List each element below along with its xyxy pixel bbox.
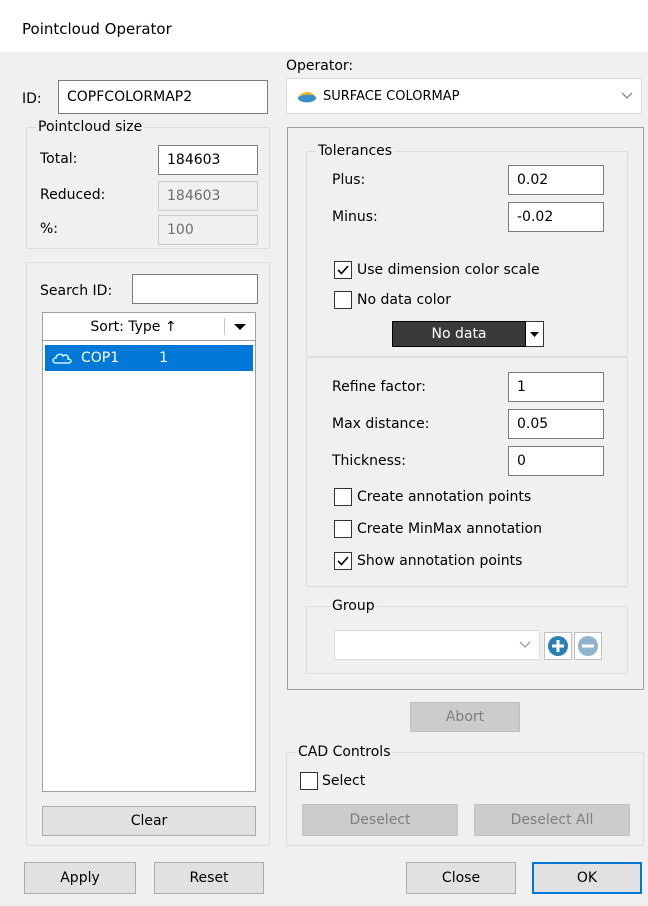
id-label: ID: [22,91,42,107]
use-dimension-color-scale-checkbox[interactable] [334,261,352,279]
checkmark-icon [337,265,349,275]
chevron-down-icon [519,641,531,648]
apply-button[interactable]: Apply [24,862,136,894]
list-item-name: COP1 [81,350,120,366]
operator-value: SURFACE COLORMAP [323,88,460,104]
pointcloud-icon [52,353,72,364]
show-annotation-points-checkbox[interactable] [334,552,352,570]
list-item[interactable]: COP1 1 [45,345,253,371]
sort-dropdown-button[interactable] [225,313,255,340]
thickness-field[interactable]: 0 [508,446,604,476]
ok-button[interactable]: OK [532,862,642,894]
list-header: Sort: Type ↑ [42,312,256,340]
remove-group-button[interactable] [574,632,602,660]
total-field: 184603 [158,145,258,175]
percent-label: %: [40,221,59,237]
window-title: Pointcloud Operator [22,20,172,38]
group-title: Group [330,598,377,614]
refine-factor-field[interactable]: 1 [508,372,604,402]
no-data-color-picker[interactable]: No data [392,321,544,347]
chevron-down-icon [530,331,539,337]
thickness-label: Thickness: [332,453,406,469]
create-annotation-points-label: Create annotation points [357,489,532,505]
reduced-label: Reduced: [40,187,106,203]
select-label: Select [322,773,366,789]
total-label: Total: [40,151,78,167]
group-select[interactable] [334,630,540,660]
checkmark-icon [337,556,349,566]
minus-label: Minus: [332,209,378,225]
plus-circle-icon [548,636,568,656]
no-data-color-checkbox[interactable] [334,291,352,309]
abort-button[interactable]: Abort [410,702,520,732]
close-button[interactable]: Close [406,862,516,894]
pointcloud-size-title: Pointcloud size [36,119,145,135]
reset-button[interactable]: Reset [154,862,264,894]
refine-factor-label: Refine factor: [332,379,426,395]
reduced-field: 184603 [158,181,258,211]
color-dropdown-button[interactable] [526,321,544,347]
no-data-color-swatch: No data [392,321,526,347]
plus-field[interactable]: 0.02 [508,165,604,195]
sort-type-header[interactable]: Sort: Type ↑ [43,313,224,340]
minus-field[interactable]: -0.02 [508,202,604,232]
search-id-label: Search ID: [40,283,113,299]
use-dimension-color-scale-label: Use dimension color scale [357,262,540,278]
add-group-button[interactable] [544,632,572,660]
operator-label: Operator: [286,58,354,74]
pointcloud-list[interactable]: COP1 1 [42,340,256,792]
max-distance-field[interactable]: 0.05 [508,409,604,439]
max-distance-label: Max distance: [332,416,430,432]
chevron-down-icon [234,323,246,330]
no-data-color-label: No data color [357,292,451,308]
select-checkbox[interactable] [300,772,318,790]
minus-circle-icon [578,636,598,656]
deselect-all-button[interactable]: Deselect All [474,804,630,836]
plus-label: Plus: [332,172,366,188]
cad-controls-title: CAD Controls [296,744,393,760]
clear-button[interactable]: Clear [42,806,256,836]
surface-colormap-icon [298,91,316,103]
id-field[interactable]: COPFCOLORMAP2 [58,80,268,114]
deselect-button[interactable]: Deselect [302,804,458,836]
create-minmax-annotation-checkbox[interactable] [334,520,352,538]
percent-field: 100 [158,215,258,245]
operator-select[interactable]: SURFACE COLORMAP [286,78,642,114]
show-annotation-points-label: Show annotation points [357,553,523,569]
tolerances-title: Tolerances [316,143,395,159]
list-item-type: 1 [159,350,169,366]
chevron-down-icon [621,92,633,99]
create-minmax-annotation-label: Create MinMax annotation [357,521,542,537]
search-id-input[interactable] [132,274,258,304]
create-annotation-points-checkbox[interactable] [334,488,352,506]
